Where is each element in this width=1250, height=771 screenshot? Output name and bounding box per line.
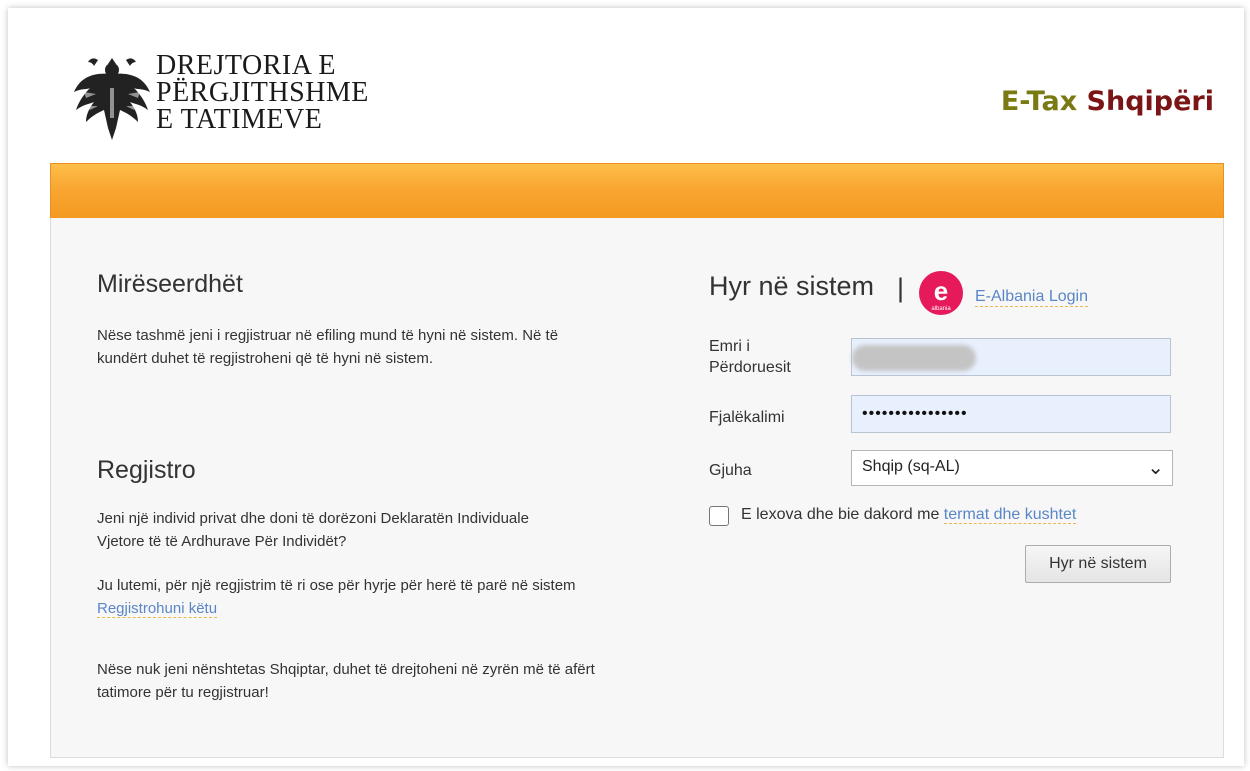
register-text-1: Jeni një individ privat dhe doni të dorë…	[97, 510, 529, 550]
brand-etax: E-Tax	[1000, 86, 1078, 117]
username-field[interactable]	[851, 338, 1171, 376]
terms-checkbox[interactable]	[709, 506, 729, 526]
ealbania-icon-sub: albania	[931, 306, 951, 312]
etax-brand: E-Tax Shqipëri	[1001, 86, 1214, 117]
language-selected: Shqip (sq-AL)	[862, 458, 960, 475]
logo-line2: PËRGJITHSHME	[156, 77, 369, 108]
chevron-down-icon: ⌄	[1147, 457, 1164, 479]
ealbania-icon[interactable]: e albania	[919, 271, 963, 315]
logo-line1: DREJTORIA E	[156, 50, 336, 81]
register-text-2-prefix: Ju lutemi, për një regjistrim të ri ose …	[97, 577, 576, 594]
login-title: Hyr në sistem	[709, 271, 875, 301]
terms-text: E lexova dhe bie dakord me termat dhe ku…	[741, 506, 1077, 524]
password-field[interactable]: ••••••••••••••••	[851, 395, 1171, 433]
header: DREJTORIA E PËRGJITHSHME E TATIMEVE E-Ta…	[8, 8, 1244, 158]
title-separator: |	[897, 273, 905, 303]
login-button[interactable]: Hyr në sistem	[1025, 545, 1171, 583]
register-here-link[interactable]: Regjistrohuni këtu	[97, 600, 218, 618]
terms-link[interactable]: termat dhe kushtet	[943, 506, 1077, 524]
language-label: Gjuha	[709, 462, 752, 479]
password-label: Fjalëkalimi	[709, 409, 785, 426]
eagle-icon	[74, 58, 150, 140]
ealbania-login-link[interactable]: E-Albania Login	[975, 288, 1088, 307]
ealbania-icon-letter: e	[933, 276, 949, 306]
main-panel: Mirëseerdhët Nëse tashmë jeni i regjistr…	[50, 218, 1224, 758]
register-text-3: Nëse nuk jeni nënshtetas Shqiptar, duhet…	[97, 661, 595, 701]
redacted-username	[852, 345, 976, 371]
logo-text: DREJTORIA E PËRGJITHSHME E TATIMEVE	[156, 50, 369, 135]
welcome-title: Mirëseerdhët	[97, 270, 243, 298]
language-select[interactable]: Shqip (sq-AL) ⌄	[851, 450, 1173, 486]
orange-banner	[50, 163, 1224, 219]
logo-line3: E TATIMEVE	[156, 104, 323, 135]
brand-shqiperi: Shqipëri	[1086, 86, 1214, 117]
page-frame: DREJTORIA E PËRGJITHSHME E TATIMEVE E-Ta…	[8, 8, 1244, 766]
terms-prefix: E lexova dhe bie dakord me	[741, 506, 940, 523]
register-text-2: Ju lutemi, për një regjistrim të ri ose …	[97, 574, 607, 620]
welcome-text: Nëse tashmë jeni i regjistruar në efilin…	[97, 327, 559, 367]
register-title: Regjistro	[97, 456, 196, 484]
username-label: Emri i Përdoruesit	[709, 338, 791, 376]
